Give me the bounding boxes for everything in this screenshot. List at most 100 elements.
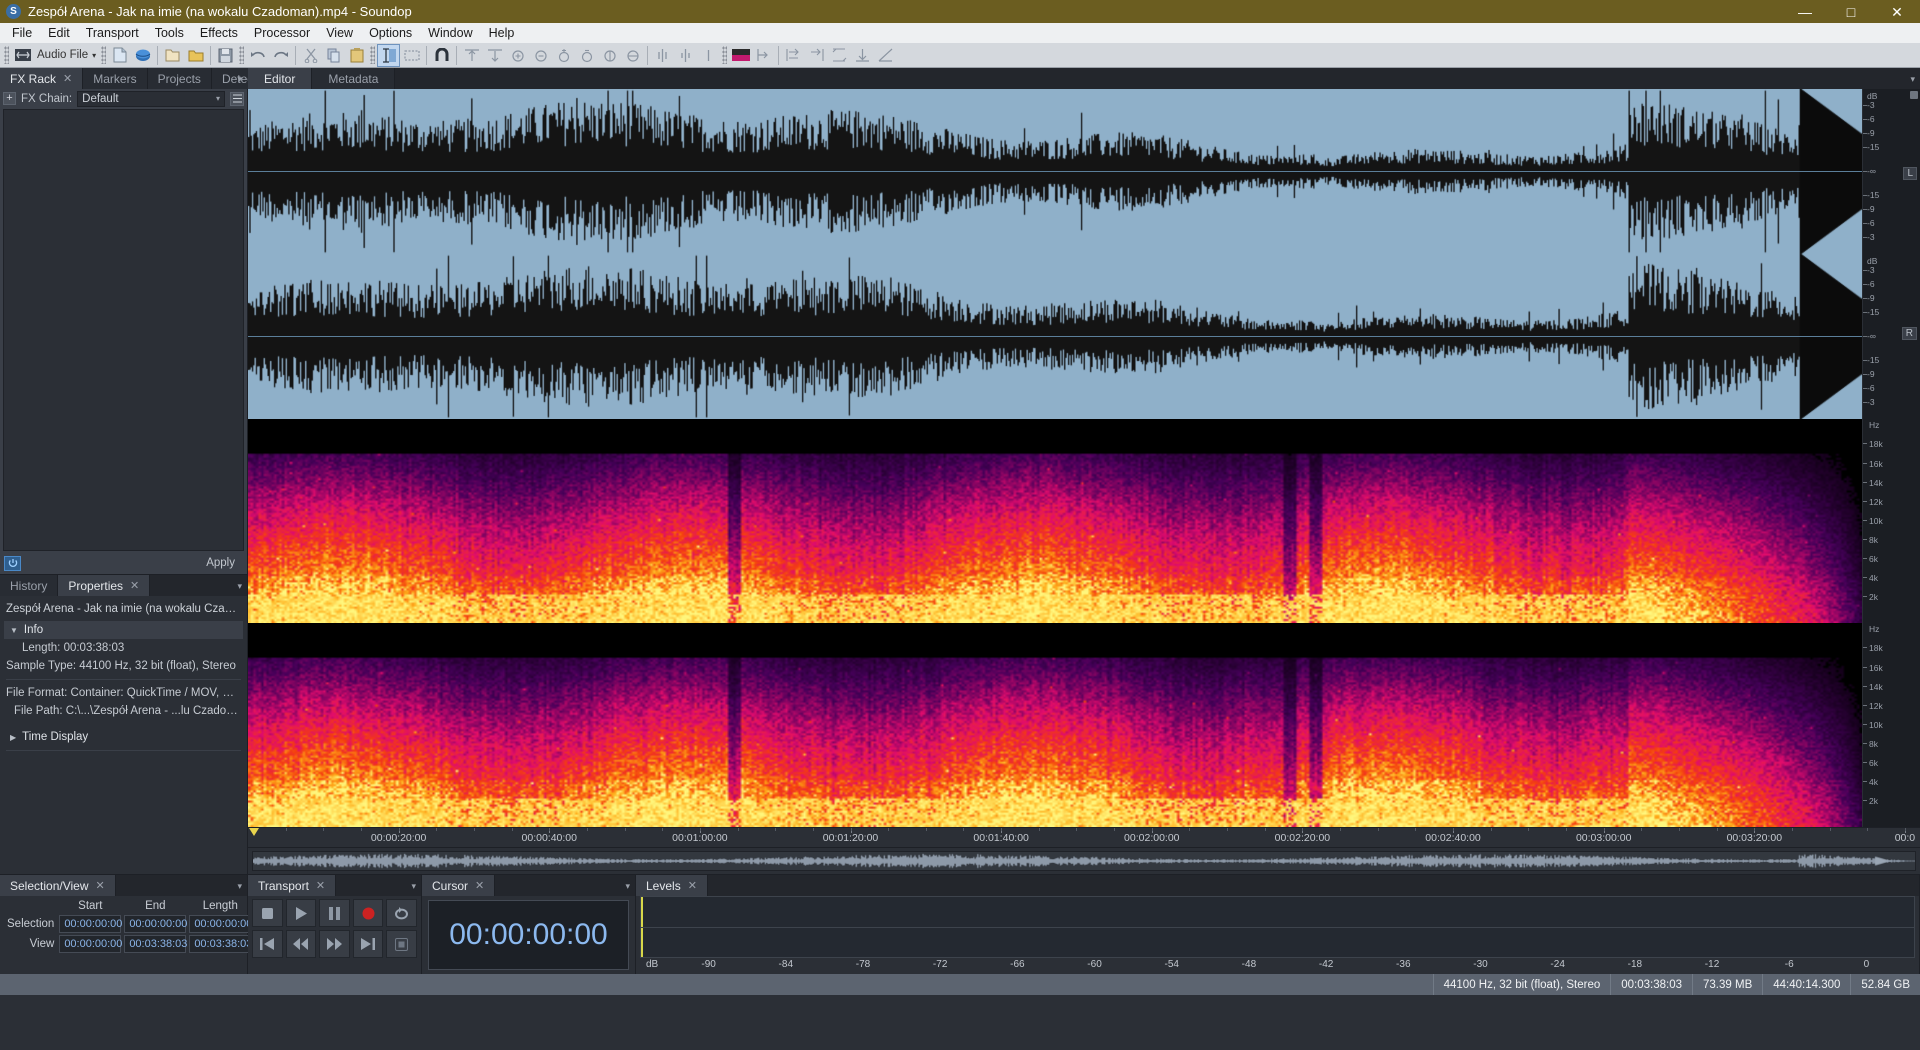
tab-transport[interactable]: Transport ✕ [248,875,337,896]
pause-button[interactable] [319,899,350,927]
time-display-section-header[interactable]: ▶ Time Display [4,728,243,746]
panel-menu-icon[interactable]: ▾ [1910,74,1915,85]
playhead-marker[interactable] [249,828,259,836]
paste-icon[interactable] [346,45,367,66]
toolbar-grip-4[interactable] [370,46,376,64]
tab-editor[interactable]: Editor [248,68,313,89]
waveform-and-spectrogram[interactable]: L R dB -3 -6 -9 -15 -∞ -15 -9 -6 -3 dB -3 -6 -9 -15 -∞ -… [248,89,1920,827]
fade-icon[interactable] [875,45,896,66]
redo-icon[interactable] [270,45,291,66]
zoom-out-icon[interactable] [530,45,551,66]
fx-chain-select[interactable]: Default ▾ [77,90,225,107]
tab-properties[interactable]: Properties ✕ [58,575,151,596]
minimize-button[interactable]: — [1782,0,1828,23]
zoom-selection-icon[interactable] [461,45,482,66]
spectrogram-canvas[interactable] [248,419,1862,827]
selection-start-field[interactable]: 00:00:00:00 [59,915,122,933]
overview-track[interactable] [252,851,1916,871]
info-section-header[interactable]: ▼ Info [4,621,243,639]
skip-start-button[interactable] [252,930,283,958]
panel-menu-icon[interactable]: ▾ [625,881,630,892]
menu-item-window[interactable]: Window [420,24,480,42]
maximize-button[interactable]: □ [1828,0,1874,23]
menu-item-options[interactable]: Options [361,24,420,42]
waveform-view-icon[interactable] [652,45,673,66]
zoom-out-full-icon[interactable] [484,45,505,66]
spectrogram-lane[interactable]: Hz 18k 16k 14k 12k 10k 8k 6k 4k 2k Hz 18k 16k 14k 12k 1… [248,419,1920,827]
panel-menu-icon[interactable]: ▾ [237,881,242,892]
close-icon[interactable]: ✕ [688,879,697,892]
level-meters[interactable] [640,896,1915,958]
view-start-field[interactable]: 00:00:00:00 [59,935,122,953]
selection-length-field[interactable]: 00:00:00:00 [189,915,252,933]
both-view-icon[interactable] [698,45,719,66]
close-icon[interactable]: ✕ [63,72,72,85]
undo-icon[interactable] [247,45,268,66]
zoom-in-icon[interactable] [507,45,528,66]
fx-effects-list[interactable] [3,109,244,551]
apply-button[interactable]: Apply [206,557,243,569]
zoom-in-vertical-icon[interactable] [553,45,574,66]
panel-menu-icon[interactable]: ▾ [237,74,242,85]
zoom-full-icon[interactable] [622,45,643,66]
align-left-icon[interactable] [783,45,804,66]
open-file-icon[interactable] [162,45,183,66]
loop-button[interactable] [386,899,417,927]
save-icon[interactable] [215,45,236,66]
new-project-icon[interactable] [132,45,153,66]
play-button[interactable] [285,899,317,927]
rewind-button[interactable] [285,930,317,958]
tab-cursor[interactable]: Cursor ✕ [422,875,496,896]
vertical-scroll-thumb[interactable] [1910,91,1918,99]
panel-menu-icon[interactable]: ▾ [237,581,242,592]
time-selection-tool-icon[interactable] [377,43,401,67]
stop-button[interactable] [252,899,283,927]
cut-icon[interactable] [300,45,321,66]
spectral-view-icon[interactable] [675,45,696,66]
menu-item-view[interactable]: View [318,24,361,42]
tab-metadata[interactable]: Metadata [312,68,396,89]
align-right-icon[interactable] [806,45,827,66]
new-file-icon[interactable] [109,45,130,66]
stop-record-button[interactable] [386,930,417,958]
fx-chain-menu-icon[interactable] [230,91,244,106]
tab-fx-rack[interactable]: FX Rack ✕ [0,68,84,89]
cursor-time-display[interactable]: 00:00:00:00 [428,900,629,970]
tab-selection-view[interactable]: Selection/View ✕ [0,875,116,896]
view-length-field[interactable]: 00:03:38:03 [189,935,252,953]
menu-item-edit[interactable]: Edit [40,24,78,42]
mirror-icon[interactable] [753,45,774,66]
menu-item-tools[interactable]: Tools [147,24,192,42]
panel-menu-icon[interactable]: ▾ [411,881,416,892]
menu-item-file[interactable]: File [4,24,40,42]
close-icon[interactable]: ✕ [316,879,325,892]
record-button[interactable] [352,899,384,927]
close-icon[interactable]: ✕ [96,879,105,892]
toolbar-grip-2[interactable] [101,46,107,64]
audio-file-mode-icon[interactable] [12,45,33,66]
open-project-icon[interactable] [185,45,206,66]
swap-channels-icon[interactable] [829,45,850,66]
db-ruler[interactable]: L R dB -3 -6 -9 -15 -∞ -15 -9 -6 -3 dB -3 -6 -9 -15 -∞ -… [1862,89,1920,419]
toolbar-grip[interactable] [4,46,9,64]
magnet-snap-icon[interactable] [431,45,452,66]
hz-ruler[interactable]: Hz 18k 16k 14k 12k 10k 8k 6k 4k 2k Hz 18k 16k 14k 12k 1… [1862,419,1920,827]
overview-scrollbar[interactable] [248,847,1920,874]
close-button[interactable]: ✕ [1874,0,1920,23]
color-gradient-icon[interactable] [730,45,751,66]
menu-item-transport[interactable]: Transport [78,24,147,42]
menu-item-effects[interactable]: Effects [192,24,246,42]
marquee-selection-tool-icon[interactable] [401,45,422,66]
view-end-field[interactable]: 00:03:38:03 [124,935,187,953]
add-fx-chain-button[interactable]: + [3,92,16,105]
copy-icon[interactable] [323,45,344,66]
close-icon[interactable]: ✕ [130,579,139,592]
menu-item-processor[interactable]: Processor [246,24,318,42]
toolbar-grip-3[interactable] [239,46,245,64]
fx-power-toggle[interactable] [4,555,21,571]
waveform-lane[interactable]: L R dB -3 -6 -9 -15 -∞ -15 -9 -6 -3 dB -3 -6 -9 -15 -∞ -… [248,89,1920,419]
zoom-out-vertical-icon[interactable] [576,45,597,66]
tab-levels[interactable]: Levels ✕ [636,875,708,896]
tab-history[interactable]: History [0,575,59,596]
selection-end-field[interactable]: 00:00:00:00 [124,915,187,933]
